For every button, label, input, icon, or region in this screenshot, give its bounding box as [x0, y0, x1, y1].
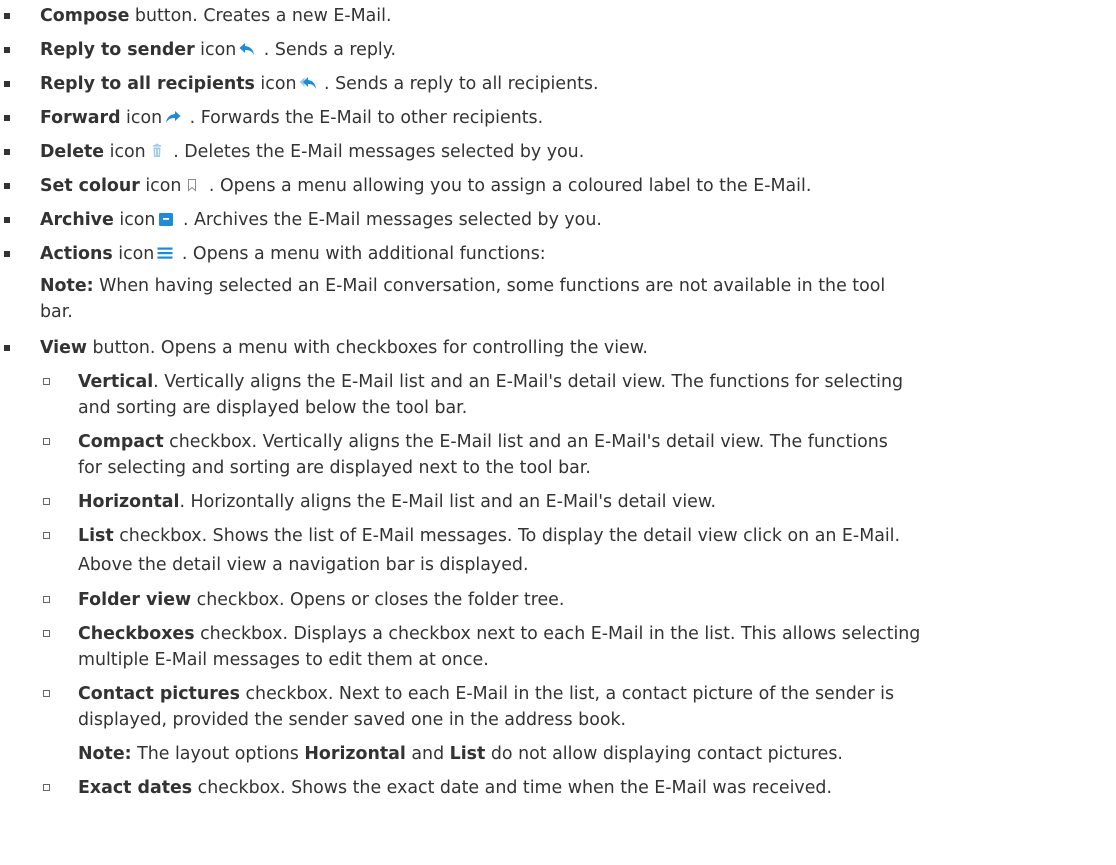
desc: . Sends a reply. [258, 40, 397, 60]
term: Contact pictures [78, 684, 240, 704]
actions-note: Note: When having selected an E-Mail con… [40, 276, 886, 296]
term: Compact [78, 432, 164, 452]
desc: . Archives the E-Mail messages selected … [177, 210, 602, 230]
term: List [78, 526, 114, 546]
term: Exact dates [78, 778, 193, 798]
term: Set colour [40, 176, 140, 196]
trash-icon [148, 142, 166, 160]
term: Forward [40, 108, 121, 128]
actions-note-cont: bar. [40, 302, 73, 322]
reply-all-icon [299, 74, 317, 92]
note-label: Note: [78, 744, 132, 764]
menu-icon [156, 244, 174, 262]
term: Reply to all recipients [40, 74, 255, 94]
desc: . Sends a reply to all recipients. [318, 74, 599, 94]
desc: button. Opens a menu with checkboxes for… [86, 338, 648, 358]
term: Delete [40, 142, 105, 162]
term: Compose [40, 6, 130, 26]
desc: button. Creates a new E-Mail. [129, 6, 392, 26]
sub-item-list-cont: Above the detail view a navigation bar i… [78, 555, 529, 575]
term: Archive [40, 210, 114, 230]
note-label: Note: [40, 276, 94, 296]
term: Actions [40, 244, 113, 264]
term: Vertical [78, 372, 154, 392]
term: Folder view [78, 590, 192, 610]
sub-item-checkboxes-cont: multiple E-Mail messages to edit them at… [78, 650, 489, 670]
reply-icon [238, 40, 256, 58]
bookmark-icon [183, 176, 201, 194]
desc: . Forwards the E-Mail to other recipient… [184, 108, 544, 128]
term: Reply to sender [40, 40, 195, 60]
sub-item-compact-cont: for selecting and sorting are displayed … [78, 458, 591, 478]
forward-icon [164, 108, 182, 126]
desc: . Opens a menu allowing you to assign a … [203, 176, 812, 196]
desc: . Opens a menu with additional functions… [176, 244, 546, 264]
document: Compose button. Creates a new E-Mail. Re… [4, 6, 921, 798]
term: View [40, 338, 87, 358]
term: Checkboxes [78, 624, 195, 644]
pictures-note: Note: The layout options Horizontal and … [78, 744, 843, 764]
archive-icon [157, 210, 175, 228]
desc: . Deletes the E-Mail messages selected b… [167, 142, 585, 162]
sub-item-contact-pictures-cont: displayed, provided the sender saved one… [78, 710, 627, 730]
term: Horizontal [78, 492, 180, 512]
sub-item-vertical-cont: and sorting are displayed below the tool… [78, 398, 468, 418]
